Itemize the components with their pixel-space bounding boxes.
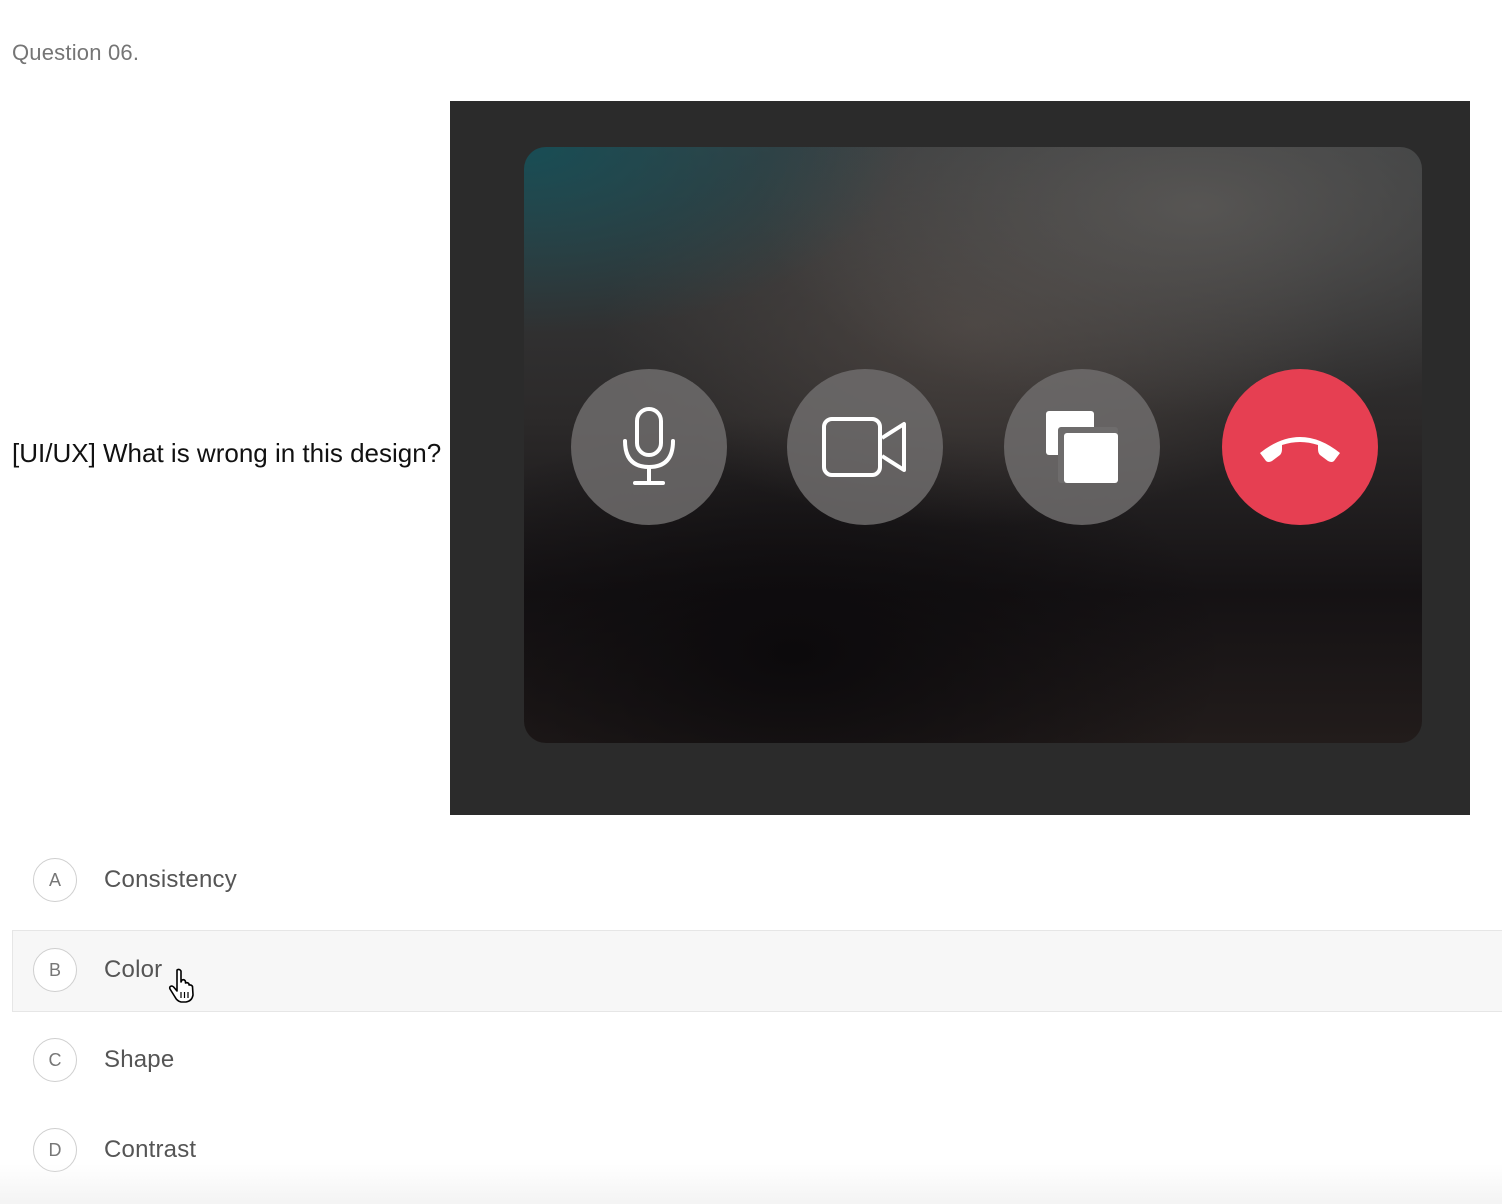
option-d[interactable]: D Contrast: [12, 1110, 1502, 1192]
option-a[interactable]: A Consistency: [12, 840, 1502, 922]
option-label: Shape: [104, 1046, 175, 1073]
screen-share-icon: [1046, 411, 1118, 483]
hand-cursor-icon: [168, 968, 194, 1003]
question-text: [UI/UX] What is wrong in this design?: [12, 438, 442, 468]
answer-options: A Consistency B Color C Shape D Contrast: [12, 840, 1502, 1200]
question-number: Question 06.: [12, 40, 140, 65]
option-b[interactable]: B Color: [12, 930, 1502, 1012]
option-letter-badge: D: [33, 1128, 77, 1172]
option-letter-badge: A: [33, 858, 77, 902]
option-label: Consistency: [104, 866, 237, 893]
option-label: Contrast: [104, 1136, 197, 1163]
camera-button: [787, 369, 943, 525]
video-camera-icon: [822, 417, 906, 477]
video-call-screen: [524, 147, 1422, 743]
microphone-button: [571, 369, 727, 525]
option-label: Color: [104, 956, 163, 983]
end-call-icon: [1260, 437, 1340, 462]
question-image: [450, 101, 1470, 815]
screen-share-button: [1004, 369, 1160, 525]
option-letter-badge: B: [33, 948, 77, 992]
option-letter-badge: C: [33, 1038, 77, 1082]
quiz-page: Question 06. [UI/UX] What is wrong in th…: [0, 0, 1502, 1204]
microphone-icon: [623, 407, 675, 485]
option-c[interactable]: C Shape: [12, 1020, 1502, 1102]
end-call-button: [1222, 369, 1378, 525]
